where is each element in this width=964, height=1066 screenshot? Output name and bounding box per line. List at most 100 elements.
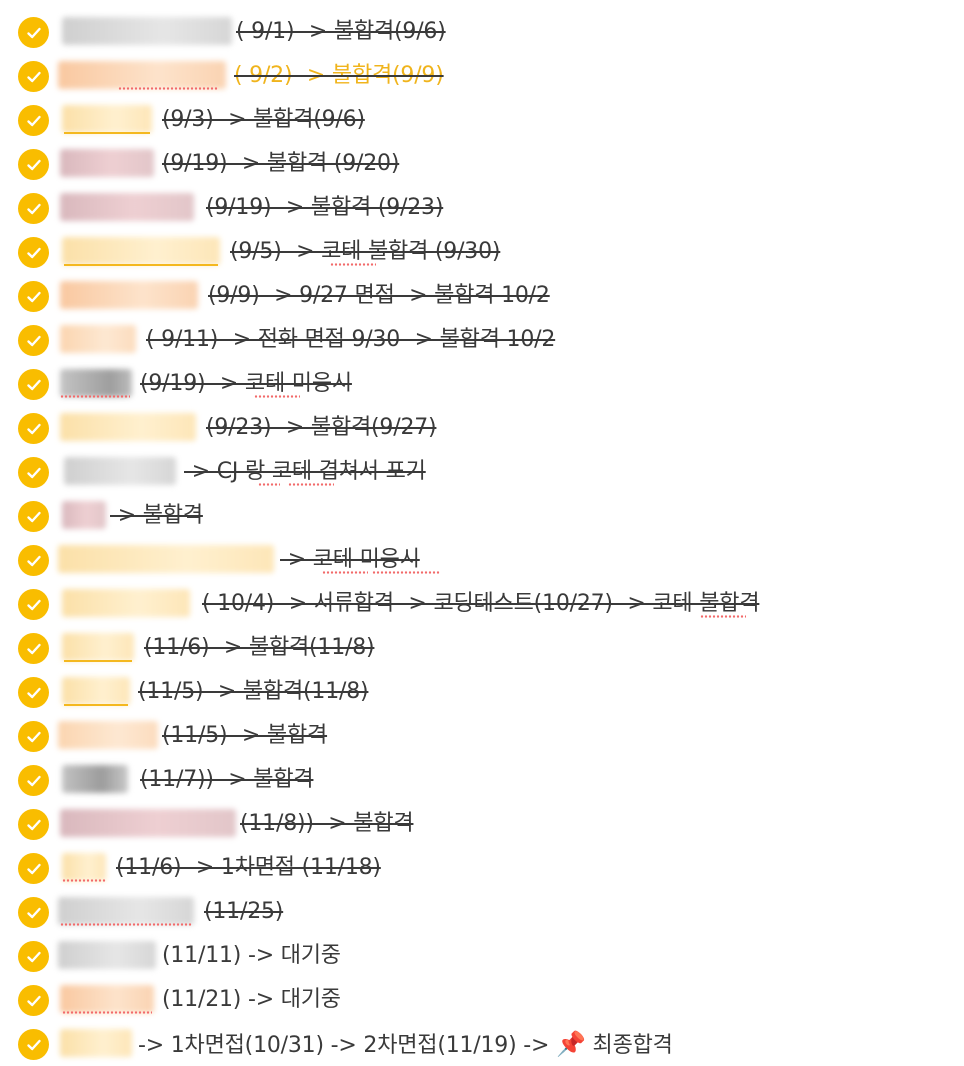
spellcheck-underline bbox=[118, 87, 218, 90]
link-underline bbox=[64, 132, 150, 134]
item-text: (9/9) -> 9/27 면접 -> 불합격 10/2 bbox=[208, 283, 550, 308]
check-circle-icon[interactable] bbox=[18, 457, 49, 488]
redacted-company bbox=[62, 677, 130, 705]
check-circle-icon[interactable] bbox=[18, 1029, 49, 1060]
check-circle-icon[interactable] bbox=[18, 941, 49, 972]
check-circle-icon[interactable] bbox=[18, 281, 49, 312]
item-text: (9/3) -> 불합격(9/6) bbox=[162, 107, 365, 132]
redacted-company bbox=[58, 61, 226, 89]
check-circle-icon[interactable] bbox=[18, 985, 49, 1016]
list-item[interactable]: ( 9/11) -> 전화 면접 9/30 -> 불합격 10/2 bbox=[0, 318, 964, 362]
check-circle-icon[interactable] bbox=[18, 545, 49, 576]
list-item[interactable]: (9/3) -> 불합격(9/6) bbox=[0, 98, 964, 142]
check-circle-icon[interactable] bbox=[18, 853, 49, 884]
check-circle-icon[interactable] bbox=[18, 17, 49, 48]
item-text: (11/5) -> 불합격(11/8) bbox=[138, 679, 369, 704]
item-text-main: -> 1차면접(10/31) -> 2차면접(11/19) -> bbox=[138, 1033, 550, 1058]
list-item[interactable]: (11/21) -> 대기중 bbox=[0, 978, 964, 1022]
check-circle-icon[interactable] bbox=[18, 501, 49, 532]
item-text: (11/11) -> 대기중 bbox=[162, 943, 341, 968]
check-circle-icon[interactable] bbox=[18, 105, 49, 136]
check-circle-icon[interactable] bbox=[18, 193, 49, 224]
check-circle-icon[interactable] bbox=[18, 61, 49, 92]
list-item[interactable]: (11/6) -> 1차면접 (11/18) bbox=[0, 846, 964, 890]
redacted-company bbox=[60, 193, 194, 221]
check-circle-icon[interactable] bbox=[18, 677, 49, 708]
list-item[interactable]: -> 불합격 bbox=[0, 494, 964, 538]
list-item[interactable]: (9/19) -> 불합격 (9/20) bbox=[0, 142, 964, 186]
check-circle-icon[interactable] bbox=[18, 369, 49, 400]
redacted-company bbox=[60, 149, 154, 177]
redacted-company bbox=[60, 1029, 132, 1057]
spellcheck-underline bbox=[62, 1011, 152, 1014]
list-item[interactable]: (11/7)) -> 불합격 bbox=[0, 758, 964, 802]
list-item[interactable]: ( 9/2) -> 불합격(9/9) bbox=[0, 54, 964, 98]
redacted-company bbox=[60, 281, 198, 309]
redacted-company bbox=[58, 941, 156, 969]
redacted-company bbox=[62, 853, 106, 881]
check-circle-icon[interactable] bbox=[18, 149, 49, 180]
redacted-company bbox=[62, 237, 220, 265]
item-text: (9/19) -> 불합격 (9/20) bbox=[162, 151, 400, 176]
list-item[interactable]: -> CJ 랑 코테 겹쳐서 포기 bbox=[0, 450, 964, 494]
redacted-company bbox=[62, 501, 106, 529]
item-text: (9/19) -> 코테 미응시 bbox=[140, 371, 352, 396]
spellcheck-underline bbox=[62, 879, 106, 882]
item-text: (9/23) -> 불합격(9/27) bbox=[206, 415, 437, 440]
item-text: -> 불합격 bbox=[110, 503, 203, 528]
redacted-company bbox=[62, 765, 128, 793]
check-circle-icon[interactable] bbox=[18, 809, 49, 840]
redacted-company bbox=[58, 545, 274, 573]
item-text[interactable]: ( 9/2) -> 불합격(9/9) bbox=[234, 62, 444, 90]
redacted-company bbox=[64, 457, 176, 485]
list-item[interactable]: (9/23) -> 불합격(9/27) bbox=[0, 406, 964, 450]
list-item[interactable]: -> 1차면접(10/31) -> 2차면접(11/19) -> 📌 최종합격 bbox=[0, 1022, 964, 1066]
check-circle-icon[interactable] bbox=[18, 633, 49, 664]
list-item[interactable]: (11/25) bbox=[0, 890, 964, 934]
item-text: (11/6) -> 불합격(11/8) bbox=[144, 635, 375, 660]
list-item[interactable]: (11/5) -> 불합격(11/8) bbox=[0, 670, 964, 714]
check-circle-icon[interactable] bbox=[18, 897, 49, 928]
redacted-company bbox=[62, 17, 232, 45]
spellcheck-underline bbox=[60, 395, 130, 398]
check-circle-icon[interactable] bbox=[18, 765, 49, 796]
item-text: -> 1차면접(10/31) -> 2차면접(11/19) -> 📌 최종합격 bbox=[138, 1030, 673, 1060]
link-underline bbox=[64, 264, 218, 266]
list-item[interactable]: (11/11) -> 대기중 bbox=[0, 934, 964, 978]
list-item[interactable]: (9/19) -> 불합격 (9/23) bbox=[0, 186, 964, 230]
item-text: (9/19) -> 불합격 (9/23) bbox=[206, 195, 444, 220]
check-circle-icon[interactable] bbox=[18, 325, 49, 356]
redacted-company bbox=[62, 633, 134, 661]
list-item[interactable]: (9/19) -> 코테 미응시 bbox=[0, 362, 964, 406]
redacted-company bbox=[60, 325, 136, 353]
redacted-company bbox=[58, 897, 194, 925]
item-text: ( 10/4) -> 서류합격 -> 코딩테스트(10/27) -> 코테 불합… bbox=[202, 591, 760, 616]
list-item[interactable]: ( 10/4) -> 서류합격 -> 코딩테스트(10/27) -> 코테 불합… bbox=[0, 582, 964, 626]
list-item[interactable]: (9/5) -> 코테 불합격 (9/30) bbox=[0, 230, 964, 274]
link-underline bbox=[64, 660, 132, 662]
list-item[interactable]: (11/8)) -> 불합격 bbox=[0, 802, 964, 846]
redacted-company bbox=[60, 413, 196, 441]
list-item[interactable]: (11/6) -> 불합격(11/8) bbox=[0, 626, 964, 670]
item-text: (11/7)) -> 불합격 bbox=[140, 767, 314, 792]
item-text: -> 코테 미응시 bbox=[280, 547, 420, 572]
item-text: ( 9/11) -> 전화 면접 9/30 -> 불합격 10/2 bbox=[146, 327, 556, 352]
check-circle-icon[interactable] bbox=[18, 413, 49, 444]
item-text: -> CJ 랑 코테 겹쳐서 포기 bbox=[184, 459, 426, 484]
item-text: (11/5) -> 불합격 bbox=[162, 723, 328, 748]
spellcheck-underline bbox=[60, 923, 192, 926]
check-circle-icon[interactable] bbox=[18, 237, 49, 268]
redacted-company bbox=[62, 105, 152, 133]
check-circle-icon[interactable] bbox=[18, 721, 49, 752]
list-item[interactable]: -> 코테 미응시 bbox=[0, 538, 964, 582]
todo-list: ( 9/1) -> 불합격(9/6) ( 9/2) -> 불합격(9/9) (9… bbox=[0, 0, 964, 1066]
list-item[interactable]: (11/5) -> 불합격 bbox=[0, 714, 964, 758]
item-text-tail: 최종합격 bbox=[592, 1033, 673, 1058]
item-text: (11/21) -> 대기중 bbox=[162, 987, 341, 1012]
list-item[interactable]: (9/9) -> 9/27 면접 -> 불합격 10/2 bbox=[0, 274, 964, 318]
redacted-company bbox=[60, 369, 132, 397]
list-item[interactable]: ( 9/1) -> 불합격(9/6) bbox=[0, 10, 964, 54]
item-text: ( 9/1) -> 불합격(9/6) bbox=[236, 19, 446, 44]
item-text: (11/25) bbox=[204, 899, 284, 924]
check-circle-icon[interactable] bbox=[18, 589, 49, 620]
